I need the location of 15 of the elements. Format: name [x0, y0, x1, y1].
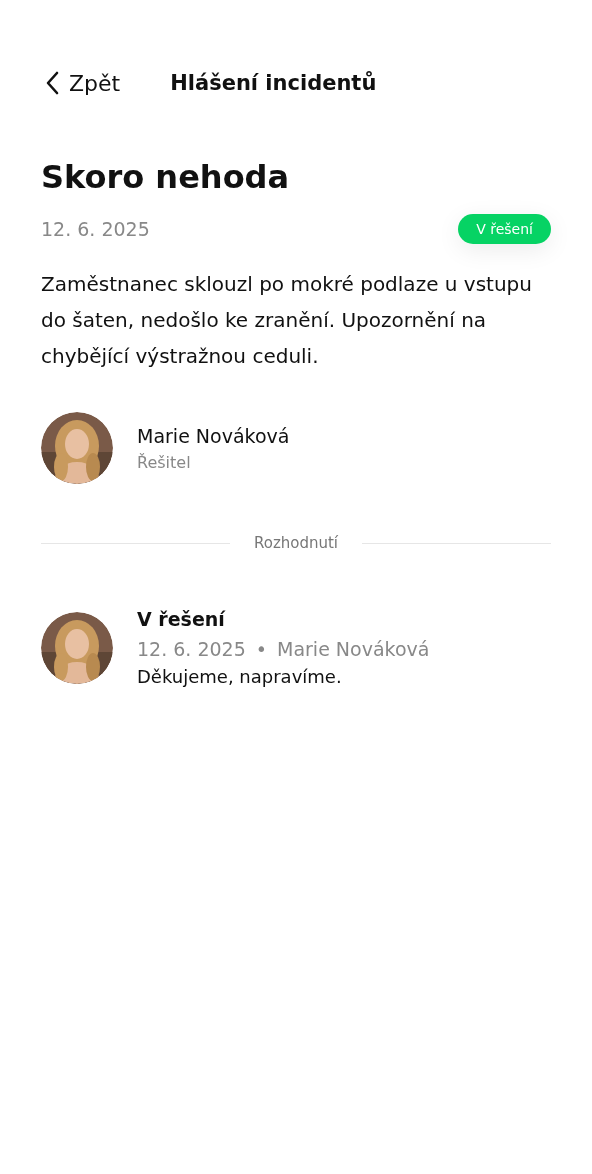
incident-title: Skoro nehoda	[41, 158, 291, 197]
incident-description: Zaměstnanec sklouzl po mokré podlaze u vstupu do šaten, nedošlo ke zranění. Upozornění na chybějící výstražnou ceduli.	[41, 271, 533, 371]
separator-dot: •	[255, 638, 267, 661]
back-button[interactable]: Zpět	[45, 70, 121, 96]
decision-note: Děkujeme, napravíme.	[137, 666, 343, 688]
back-icon	[45, 71, 59, 95]
decision-author: Marie Nováková	[277, 638, 430, 661]
incident-date: 12. 6. 2025	[41, 218, 150, 241]
assignee-role: Řešitel	[137, 452, 192, 472]
page-title: Hlášení incidentů	[170, 71, 377, 95]
decision-date: 12. 6. 2025	[137, 638, 246, 661]
assignee-name: Marie Nováková	[137, 424, 290, 447]
decision-status: V řešení	[137, 608, 227, 631]
status-badge: V řešení	[458, 214, 551, 245]
section-label: Rozhodnutí	[253, 534, 339, 553]
